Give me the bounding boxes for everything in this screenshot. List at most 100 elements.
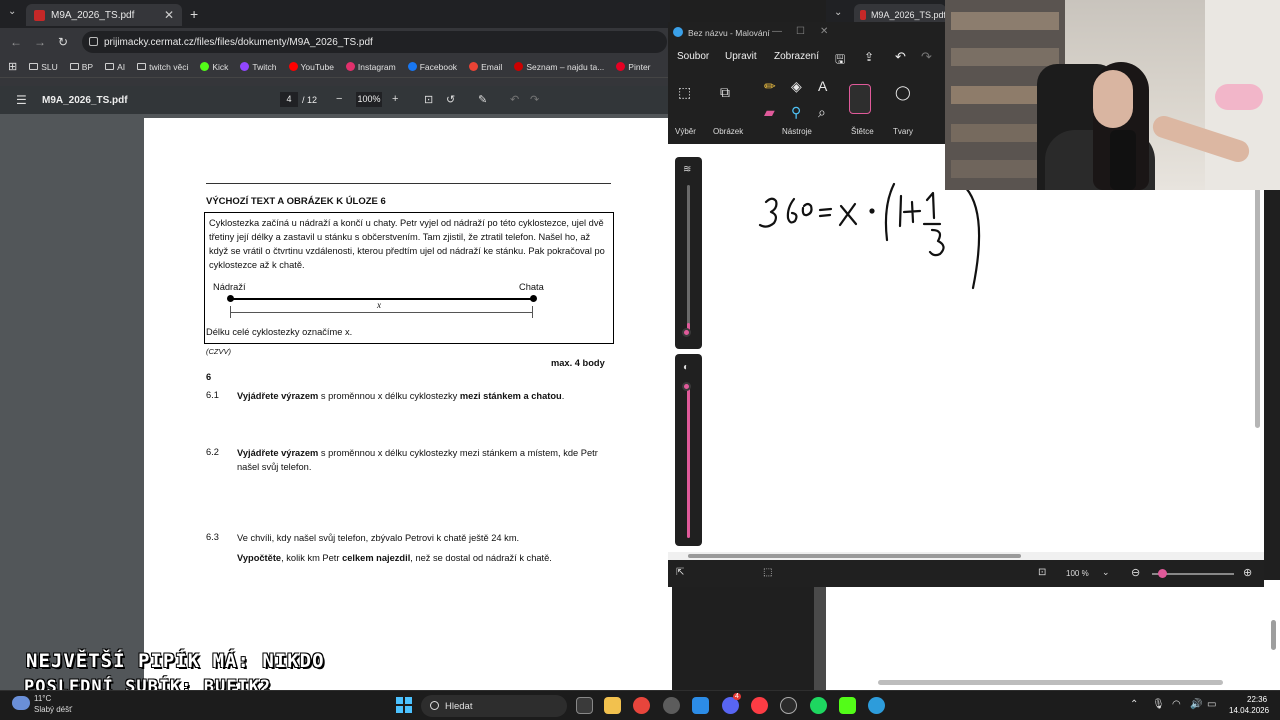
bookmark-instagram[interactable]: Instagram — [340, 62, 402, 72]
opacity-slider-fill[interactable] — [687, 388, 690, 538]
size-slider-knob[interactable] — [682, 328, 691, 337]
annotate-icon[interactable]: ✎ — [478, 93, 487, 106]
zoom-input[interactable]: 100% — [356, 92, 382, 107]
microphone-icon[interactable]: 🎙 — [1152, 699, 1165, 710]
url-field[interactable]: prijimacky.cermat.cz/files/files/dokumen… — [82, 31, 667, 53]
minimize-icon[interactable]: — — [772, 26, 782, 37]
label-nadrazi: Nádraží — [213, 282, 246, 292]
question-6-2-number: 6.2 — [206, 447, 219, 457]
share-icon[interactable]: ⇪ — [864, 50, 874, 64]
bookmark-seznam[interactable]: Seznam – najdu ta... — [508, 62, 610, 72]
taskbar-search[interactable]: Hledat — [421, 695, 567, 717]
tab-search-icon[interactable]: ⌄ — [8, 6, 16, 17]
bookmark-facebook[interactable]: Facebook — [402, 62, 463, 72]
browser-tab[interactable]: M9A_2026_TS.pdf ✕ — [26, 4, 182, 26]
text-icon[interactable]: A — [818, 78, 827, 94]
maximize-icon[interactable]: ☐ — [796, 26, 805, 37]
fit-page-icon[interactable]: ⊡ — [424, 93, 433, 106]
spotify-icon[interactable] — [810, 697, 827, 714]
image-icon[interactable]: ⧉ — [720, 84, 730, 101]
task-view-icon[interactable] — [576, 697, 593, 714]
menu-zobrazeni[interactable]: Zobrazení — [774, 51, 819, 62]
file-explorer-icon[interactable] — [604, 697, 621, 714]
shapes-icon[interactable]: ◯ — [895, 84, 911, 101]
bookmark-slu[interactable]: SLU — [23, 62, 64, 72]
close-icon[interactable]: ✕ — [820, 26, 828, 37]
max-points: max. 4 body — [551, 358, 605, 368]
tray-overflow-icon[interactable]: ⌃ — [1130, 699, 1138, 710]
paint-taskbar-icon[interactable] — [868, 697, 885, 714]
group-obrazek-label: Obrázek — [713, 127, 744, 136]
menu-upravit[interactable]: Upravit — [725, 51, 757, 62]
zoom-out-icon[interactable]: − — [336, 93, 342, 105]
zoom-dropdown-icon[interactable]: ⌄ — [1102, 567, 1110, 578]
address-bar-row: ← → ↻ prijimacky.cermat.cz/files/files/d… — [0, 28, 670, 56]
redo-icon[interactable]: ↷ — [530, 93, 539, 106]
close-tab-icon[interactable]: ✕ — [164, 8, 174, 22]
back-icon[interactable]: ← — [10, 35, 22, 49]
zoom-out-icon[interactable]: ⊖ — [1131, 566, 1140, 579]
wifi-icon[interactable]: ◠ — [1172, 699, 1181, 710]
stroke-x — [838, 202, 858, 227]
color-picker-icon[interactable]: ⚲ — [791, 104, 801, 121]
page-number-input[interactable]: 4 — [280, 92, 298, 107]
second-browser-content[interactable] — [814, 580, 1280, 690]
bookmark-ai[interactable]: AI — [99, 62, 131, 72]
music-icon[interactable] — [751, 697, 768, 714]
bookmark-pinterest[interactable]: Pinter — [610, 62, 656, 72]
shelf-row — [951, 48, 1059, 66]
horizontal-scrollbar[interactable] — [878, 680, 1223, 685]
kick-app-icon[interactable] — [839, 697, 856, 714]
selection-icon[interactable]: ⬚ — [678, 84, 691, 101]
paint-canvas[interactable] — [668, 144, 1264, 554]
zoom-in-icon[interactable]: ⊕ — [1243, 566, 1252, 579]
magnifier-icon[interactable]: ⌕ — [818, 104, 826, 121]
zoom-slider-knob[interactable] — [1158, 569, 1167, 578]
zoom-in-icon[interactable]: + — [392, 93, 398, 105]
pencil-icon[interactable]: ✏ — [764, 78, 776, 95]
bookmarks-bar: ⊞ SLU BP AI twitch věci Kick Twitch YouT… — [0, 56, 670, 78]
rotate-icon[interactable]: ↺ — [446, 93, 455, 106]
weather-icon[interactable] — [12, 696, 30, 710]
redo-icon[interactable]: ↷ — [921, 49, 932, 65]
menu-soubor[interactable]: Soubor — [677, 51, 709, 62]
bookmark-twitch[interactable]: Twitch — [234, 62, 282, 72]
bookmark-youtube[interactable]: YouTube — [283, 62, 340, 72]
bookmark-kick[interactable]: Kick — [194, 62, 234, 72]
canvas-horizontal-thumb[interactable] — [688, 554, 1021, 558]
volume-icon[interactable]: 🔊 — [1190, 699, 1202, 710]
vertical-scrollbar[interactable] — [1271, 620, 1276, 650]
save-icon[interactable]: 🖫 — [835, 50, 845, 71]
obs-icon[interactable] — [780, 697, 797, 714]
fit-to-window-icon[interactable]: ⊡ — [1038, 567, 1046, 578]
menu-icon[interactable]: ☰ — [16, 93, 27, 107]
canvas-vertical-scrollbar[interactable] — [1255, 188, 1260, 428]
chrome-icon[interactable] — [633, 697, 650, 714]
photos-icon[interactable] — [692, 697, 709, 714]
new-tab-button[interactable]: + — [190, 6, 198, 22]
eraser-icon[interactable]: ▰ — [764, 104, 775, 121]
site-info-icon[interactable] — [89, 37, 98, 46]
clock-time[interactable]: 22:36 — [1247, 695, 1267, 704]
tab-search-icon[interactable]: ⌄ — [834, 7, 842, 18]
path-line — [230, 298, 533, 300]
forward-icon[interactable]: → — [34, 35, 46, 49]
undo-icon[interactable]: ↶ — [895, 49, 906, 65]
start-button[interactable] — [396, 697, 412, 713]
fill-icon[interactable]: ◈ — [791, 78, 802, 95]
brush-icon[interactable] — [849, 84, 871, 114]
zoom-value[interactable]: 100 % — [1066, 569, 1089, 578]
bookmark-email[interactable]: Email — [463, 62, 508, 72]
battery-icon[interactable]: ▭ — [1207, 699, 1216, 710]
opacity-slider-knob[interactable] — [682, 382, 691, 391]
settings-icon[interactable] — [663, 697, 680, 714]
clock-date[interactable]: 14.04.2026 — [1229, 706, 1269, 715]
bookmark-bp[interactable]: BP — [64, 62, 99, 72]
undo-icon[interactable]: ↶ — [510, 93, 519, 106]
shelf-row — [951, 12, 1059, 30]
size-slider-track[interactable] — [687, 185, 690, 335]
apps-icon[interactable]: ⊞ — [0, 60, 23, 73]
bookmark-twitch-veci[interactable]: twitch věci — [131, 62, 194, 72]
reload-icon[interactable]: ↻ — [58, 35, 68, 49]
url-text: prijimacky.cermat.cz/files/files/dokumen… — [104, 36, 373, 48]
